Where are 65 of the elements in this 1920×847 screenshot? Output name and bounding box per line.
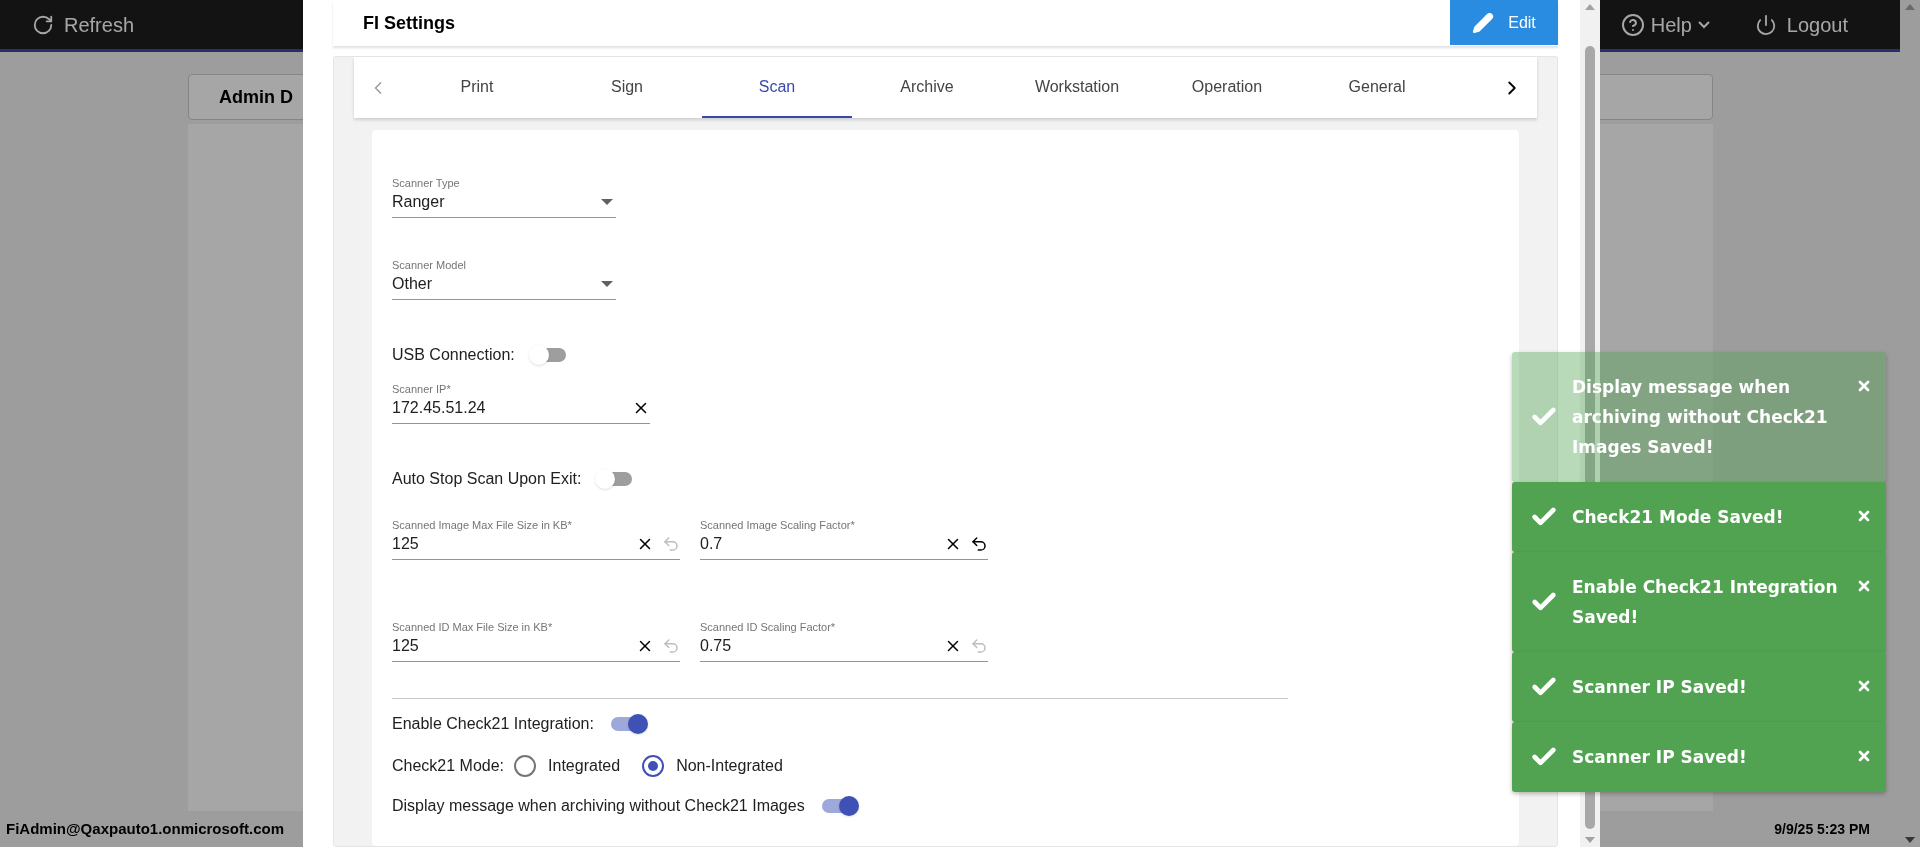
date-time: 9/9/25 5:23 PM	[1774, 819, 1870, 839]
input-field[interactable]: Scanned Image Scaling Factor* 0.7	[700, 518, 988, 560]
field-label: Scanned Image Scaling Factor*	[700, 518, 856, 532]
card-title: Admin D	[219, 85, 293, 109]
input-field[interactable]: Scanner IP* 172.45.51.24	[392, 382, 650, 424]
refresh-icon	[32, 13, 54, 36]
help-icon	[1620, 12, 1645, 37]
field-label: Scanned Image Max File Size in KB*	[392, 518, 573, 532]
select-field[interactable]: Scanner Model Other	[392, 258, 616, 300]
switch-label: Enable Check21 Integration:	[392, 714, 594, 734]
radio-group-label: Check21 Mode:	[392, 756, 505, 776]
close-icon[interactable]	[1856, 508, 1872, 524]
field-value: Other	[392, 274, 433, 294]
field-label: Scanned ID Scaling Factor*	[700, 620, 837, 634]
toast-message: Scanner IP Saved!	[1572, 746, 1748, 769]
toast-message: Display message when archiving without Check21 Images Saved!	[1572, 376, 1829, 459]
close-icon[interactable]	[1856, 748, 1872, 764]
dropdown-caret-icon	[601, 199, 613, 205]
edit-button[interactable]: Edit	[1450, 0, 1558, 45]
chevron-down-icon	[1697, 20, 1710, 29]
field-label: Scanned ID Max File Size in KB*	[392, 620, 554, 634]
scroll-down-icon[interactable]	[1905, 837, 1915, 843]
close-icon[interactable]	[1856, 678, 1872, 694]
tab[interactable]: Sign	[552, 57, 702, 118]
field-value: 0.7	[700, 534, 724, 554]
tab[interactable]: Archive	[852, 57, 1002, 118]
scroll-up-icon[interactable]	[1905, 4, 1915, 10]
field-value: 125	[392, 636, 420, 656]
switch-label: Auto Stop Scan Upon Exit:	[392, 469, 582, 489]
field-label: Scanner IP*	[392, 382, 452, 396]
field-value: 125	[392, 534, 420, 554]
user-email: FiAdmin@Qaxpauto1.onmicrosoft.com	[6, 818, 284, 839]
toast-message: Enable Check21 Integration Saved!	[1572, 576, 1839, 629]
toast-message: Check21 Mode Saved!	[1572, 506, 1785, 529]
input-field[interactable]: Scanned ID Scaling Factor* 0.75	[700, 620, 988, 662]
radio-option[interactable]: Non-Integrated	[642, 754, 783, 778]
dialog-title: FI Settings	[363, 11, 455, 35]
pencil-icon	[1472, 11, 1495, 34]
help-button[interactable]: Help	[1620, 9, 1710, 40]
dropdown-caret-icon	[601, 281, 613, 287]
tab[interactable]: Workstation	[1002, 57, 1152, 118]
input-field[interactable]: Scanned Image Max File Size in KB* 125	[392, 518, 680, 560]
field-value: 0.75	[700, 636, 733, 656]
field-label: Scanner Model	[392, 258, 467, 272]
field-value: Ranger	[392, 192, 446, 212]
tab[interactable]: General	[1302, 57, 1452, 118]
switch-label: Display message when archiving without Check21 Images	[392, 796, 805, 816]
tab[interactable]: Operation	[1152, 57, 1302, 118]
switch-label: USB Connection:	[392, 345, 515, 365]
tab[interactable]: Print	[402, 57, 552, 118]
toast-message: Scanner IP Saved!	[1572, 676, 1748, 699]
power-icon	[1754, 13, 1777, 36]
field-label: Scanner Type	[392, 176, 461, 190]
tab[interactable]: Scan	[702, 57, 852, 118]
refresh-button[interactable]: Refresh	[32, 9, 135, 40]
select-field[interactable]: Scanner Type Ranger	[392, 176, 616, 218]
radio-option[interactable]: Integrated	[514, 754, 621, 778]
undo-icon[interactable]	[970, 535, 988, 553]
input-field[interactable]: Scanned ID Max File Size in KB* 125	[392, 620, 680, 662]
scroll-down-icon[interactable]	[1585, 837, 1595, 843]
close-icon[interactable]	[1856, 378, 1872, 394]
close-icon[interactable]	[1856, 578, 1872, 594]
scroll-up-icon[interactable]	[1585, 4, 1595, 10]
logout-button[interactable]: Logout	[1754, 9, 1848, 40]
field-value: 172.45.51.24	[392, 398, 487, 418]
